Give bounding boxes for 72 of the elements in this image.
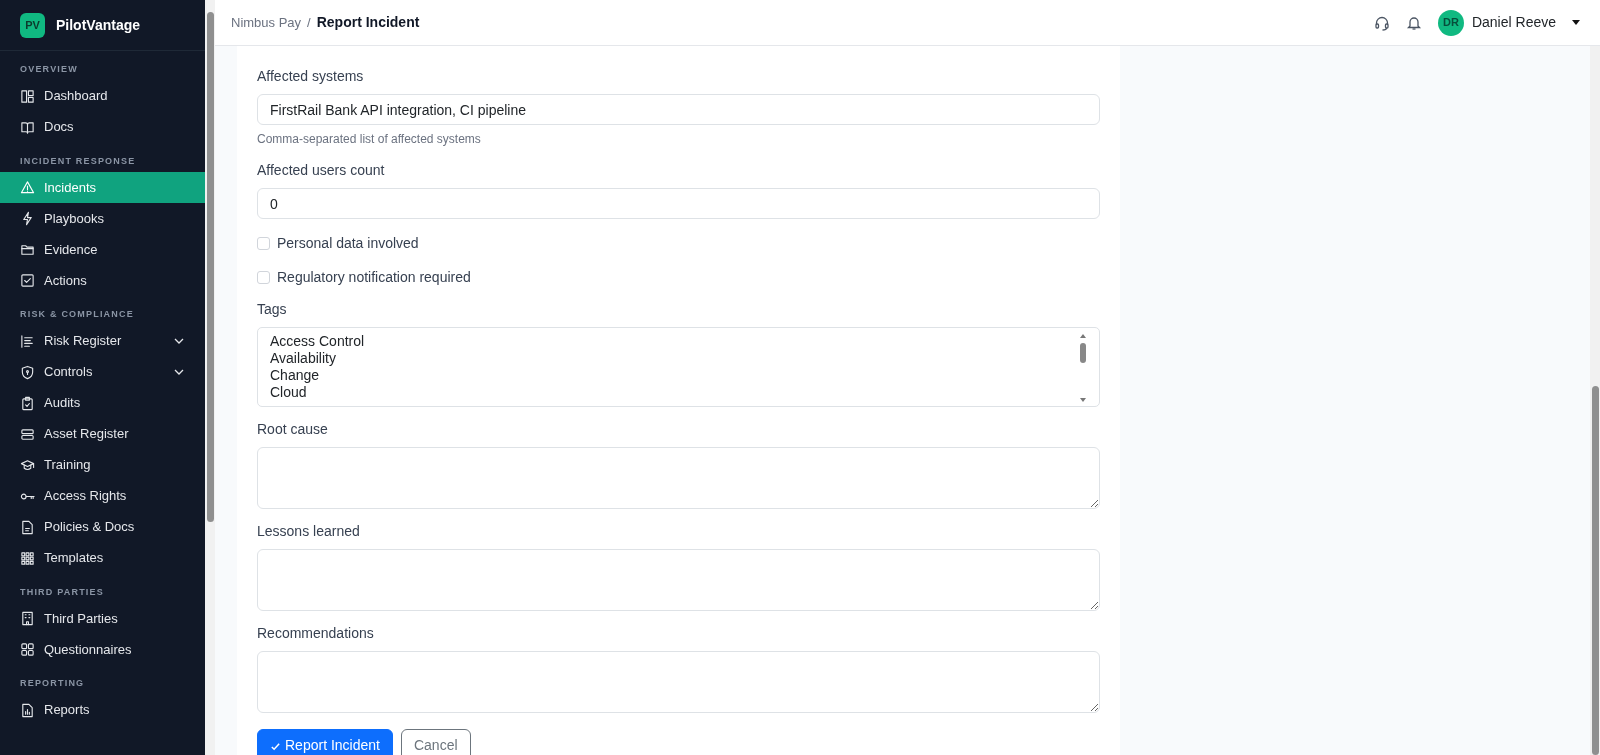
headset-icon[interactable] — [1373, 14, 1390, 31]
sidebar-item[interactable]: Templates — [0, 542, 205, 574]
sidebar-item[interactable]: Reports — [0, 694, 205, 726]
sidebar-item[interactable]: Docs — [0, 111, 205, 143]
sidebar-item[interactable]: Evidence — [0, 234, 205, 265]
field-label: Affected users count — [257, 161, 386, 180]
listbox-option[interactable]: Change — [270, 367, 365, 384]
listbox-option[interactable]: Access Control — [270, 333, 365, 350]
sidebar-section-heading: INCIDENT RESPONSE — [19, 154, 137, 168]
page-scrollbar-thumb[interactable] — [1591, 386, 1599, 755]
page-title: Report Incident — [316, 13, 420, 32]
sidebar-section-heading: RISK & COMPLIANCE — [19, 308, 135, 321]
field-label: Affected systems — [257, 67, 365, 86]
app-name: PilotVantage — [56, 16, 141, 35]
folder-icon — [20, 242, 35, 257]
input-field[interactable]: FirstRail Bank API integration, CI pipeline — [257, 94, 1100, 125]
checkbox[interactable] — [257, 270, 270, 284]
sidebar-item[interactable]: Audits — [0, 387, 205, 419]
list-icon — [20, 333, 35, 349]
document-icon — [20, 519, 35, 535]
input-field[interactable]: 0 — [257, 188, 1100, 219]
user-avatar: DR — [1437, 9, 1464, 36]
sidebar-item[interactable]: Questionnaires — [0, 634, 205, 665]
logo-badge: PV — [20, 13, 45, 38]
check-icon — [270, 740, 281, 752]
breadcrumb-link[interactable]: Nimbus Pay — [231, 12, 302, 33]
checkbox-label: Regulatory notification required — [277, 267, 471, 287]
sidebar-item[interactable]: Risk Register — [0, 325, 205, 357]
tags-listbox[interactable]: Access Control Availability Change Cloud — [257, 327, 1100, 407]
sidebar-item[interactable]: Third Parties — [0, 603, 205, 634]
listbox-option[interactable]: Cloud — [270, 384, 365, 401]
field-label: Tags — [257, 300, 288, 319]
field-label: Lessons learned — [257, 522, 361, 541]
user-name: Daniel Reeve — [1471, 13, 1556, 32]
layout-icon — [20, 88, 35, 104]
server-icon — [20, 426, 35, 442]
building-icon — [20, 611, 35, 626]
bell-icon[interactable] — [1405, 14, 1422, 31]
field-label: Recommendations — [257, 624, 375, 643]
shield-icon — [20, 364, 35, 380]
caret-icon — [1572, 20, 1580, 25]
sidebar-item[interactable]: Access Rights — [0, 480, 205, 512]
sidebar-item[interactable]: Actions — [0, 265, 205, 296]
cancel-button[interactable]: Cancel — [400, 729, 471, 755]
sidebar-item[interactable]: Dashboard — [0, 80, 205, 112]
grid-icon — [20, 550, 35, 566]
user-menu[interactable]: DR Daniel Reeve — [1437, 9, 1580, 36]
sidebar-section-heading: THIRD PARTIES — [19, 585, 105, 599]
sidebar-item[interactable]: Playbooks — [0, 203, 205, 234]
sidebar-section-heading: REPORTING — [19, 677, 86, 690]
book-icon — [20, 119, 35, 135]
sidebar-scrollbar-thumb[interactable] — [206, 12, 214, 522]
warning-icon — [20, 180, 35, 195]
listbox-scrollbar[interactable] — [1079, 333, 1087, 403]
lightning-icon — [20, 211, 35, 226]
help-text: Comma-separated list of affected systems — [257, 131, 482, 148]
sidebar-item[interactable]: Policies & Docs — [0, 511, 205, 543]
chart-document-icon — [20, 702, 35, 718]
sidebar-item[interactable]: Asset Register — [0, 418, 205, 450]
field-label: Root cause — [257, 420, 329, 439]
checkbox[interactable] — [257, 236, 270, 250]
submit-button[interactable]: Report Incident — [257, 729, 393, 755]
breadcrumb-separator: / — [307, 13, 311, 32]
sidebar-item[interactable]: Training — [0, 449, 205, 481]
checkbox-icon — [20, 273, 35, 288]
listbox-option[interactable]: Availability — [270, 350, 365, 367]
graduation-cap-icon — [20, 457, 35, 473]
sidebar-item[interactable]: Controls — [0, 356, 205, 388]
sidebar-section-heading: OVERVIEW — [19, 63, 79, 76]
clipboard-icon — [20, 395, 35, 411]
checkbox-label: Personal data involved — [277, 233, 419, 253]
tiles-icon — [20, 642, 35, 657]
